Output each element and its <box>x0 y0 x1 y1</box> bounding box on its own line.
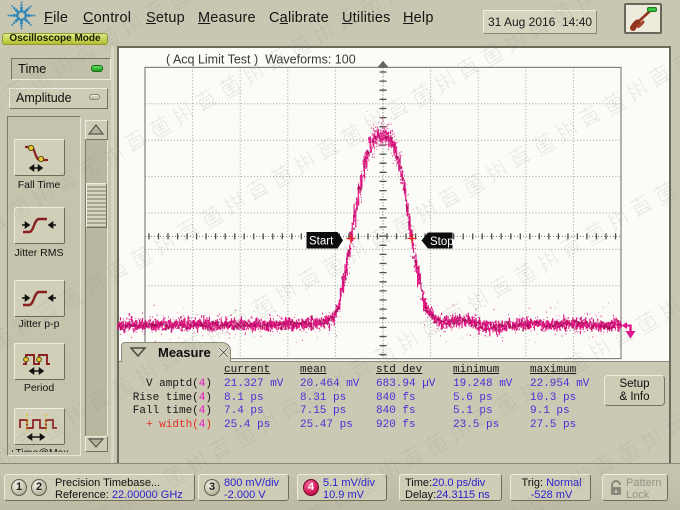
svg-text:Stop: Stop <box>430 236 454 248</box>
svg-text:( Acq Limit Test ) Waveforms:: ( Acq Limit Test ) Waveforms: 100 <box>166 53 356 67</box>
svg-text:Start: Start <box>309 236 334 248</box>
